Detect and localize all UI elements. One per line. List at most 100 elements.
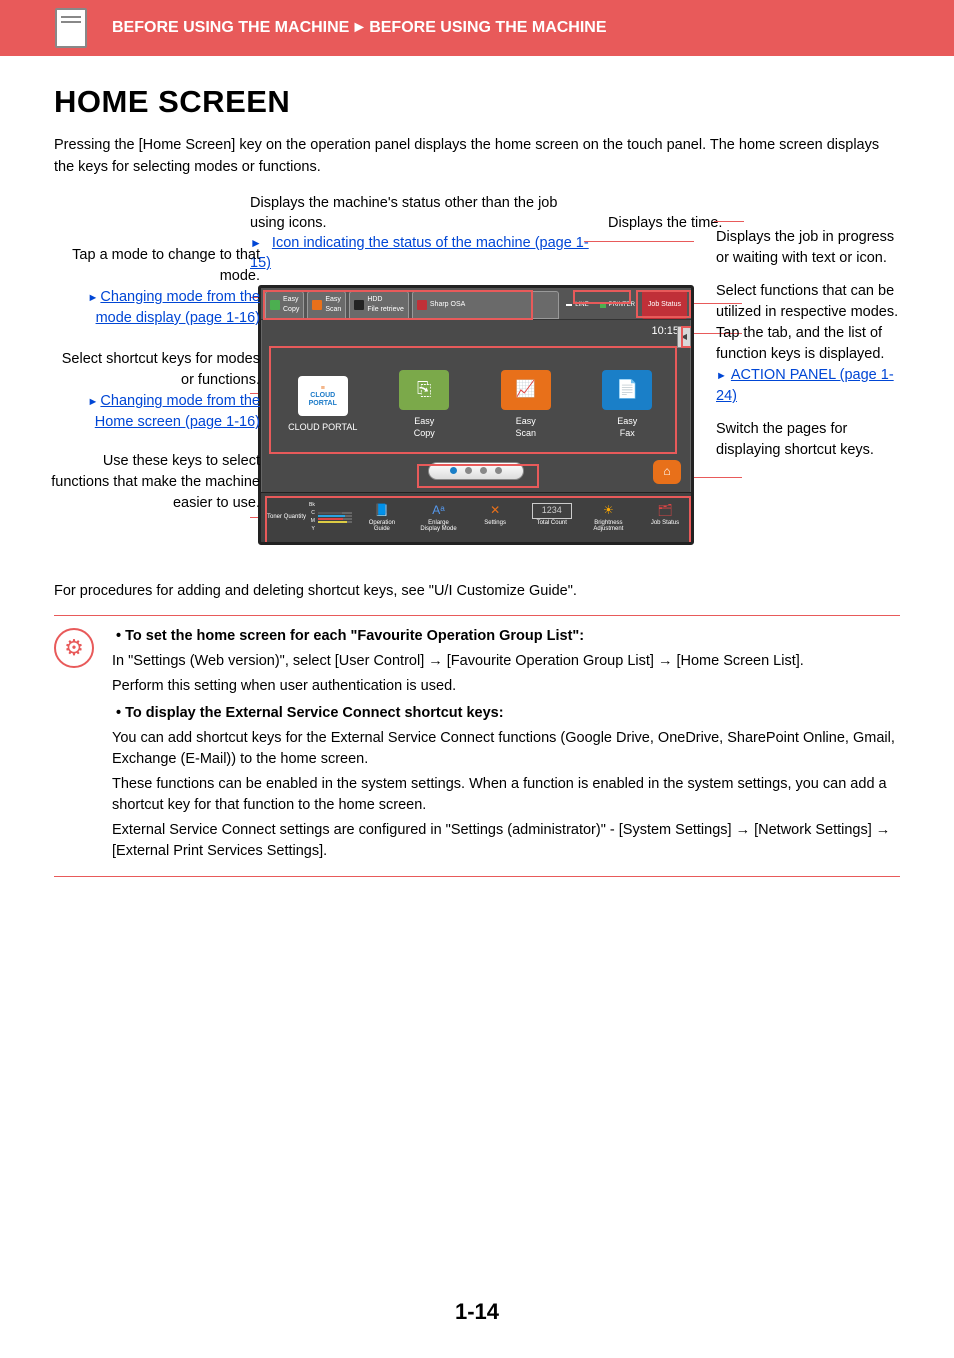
clock-display: 10:15 bbox=[651, 324, 679, 339]
fn-brightness[interactable]: ☀Brightness Adjustment bbox=[588, 503, 628, 533]
leader-line bbox=[694, 477, 742, 478]
shortcut-label: CLOUD PORTAL bbox=[282, 421, 364, 434]
cloud-portal-icon-label: CLOUD PORTAL bbox=[298, 392, 348, 407]
breadcrumb-sep: ► bbox=[351, 19, 367, 36]
note-pager: Switch the pages for displaying shortcut… bbox=[716, 419, 906, 461]
leader-line bbox=[584, 241, 694, 242]
easy-scan-icon: 📈 bbox=[501, 370, 551, 410]
shortcut-key-area: ≡CLOUD PORTAL CLOUD PORTAL ⎘ Easy Copy 📈… bbox=[273, 350, 677, 460]
shortcut-easy-fax[interactable]: 📄 Easy Fax bbox=[586, 370, 668, 440]
shortcut-label: Easy Copy bbox=[383, 415, 465, 440]
fn-job-status[interactable]: 🗂Job Status bbox=[645, 503, 685, 533]
page-indicator[interactable] bbox=[428, 462, 524, 480]
toner-bk: Bk bbox=[309, 502, 315, 509]
toner-quantity: Toner Quantity Bk C M Y bbox=[267, 502, 352, 533]
breadcrumb-part-a: BEFORE USING THE MACHINE bbox=[112, 19, 349, 36]
callout-body-2a: You can add shortcut keys for the Extern… bbox=[112, 728, 900, 770]
mode-tab-hdd-retrieve[interactable]: HDD File retrieve bbox=[349, 291, 409, 319]
fn-operation-guide[interactable]: 📘Operation Guide bbox=[362, 503, 402, 533]
note-text: Select functions that can be utilized in… bbox=[716, 283, 898, 362]
page-title: HOME SCREEN bbox=[54, 80, 900, 123]
job-status-button[interactable]: Job Status bbox=[642, 291, 687, 319]
mode-tab-sharp-osa[interactable]: Sharp OSA bbox=[412, 291, 559, 319]
pager-dot bbox=[480, 467, 487, 474]
jobstatus-icon: 🗂 bbox=[645, 503, 685, 519]
action-panel-tab[interactable]: ◀ bbox=[677, 326, 691, 348]
status-printer: PRINTER bbox=[596, 291, 639, 319]
cloud-portal-icon: ≡CLOUD PORTAL bbox=[298, 376, 348, 416]
mode-display-bar: Easy Copy Easy Scan HDD File retrieve Sh… bbox=[261, 288, 691, 320]
function-bar: Toner Quantity Bk C M Y 📘Op bbox=[261, 492, 691, 542]
shortcut-easy-scan[interactable]: 📈 Easy Scan bbox=[485, 370, 567, 440]
procedures-text: For procedures for adding and deleting s… bbox=[54, 581, 900, 601]
note-action-panel: Select functions that can be utilized in… bbox=[716, 281, 906, 407]
status-label: LINE bbox=[575, 301, 588, 309]
fn-label: Operation Guide bbox=[369, 520, 395, 532]
fn-label: Job Status bbox=[651, 520, 679, 526]
breadcrumb: BEFORE USING THE MACHINE►BEFORE USING TH… bbox=[112, 17, 607, 39]
callout-head-2: • To display the External Service Connec… bbox=[116, 705, 504, 721]
note-shortcut: Select shortcut keys for modes or functi… bbox=[50, 349, 260, 433]
mode-tab-easy-scan[interactable]: Easy Scan bbox=[307, 291, 346, 319]
scan-icon bbox=[312, 300, 322, 310]
touch-panel: Easy Copy Easy Scan HDD File retrieve Sh… bbox=[258, 285, 694, 545]
fn-label: Enlarge Display Mode bbox=[420, 520, 456, 532]
fn-settings[interactable]: ✕Settings bbox=[475, 503, 515, 533]
shortcut-easy-copy[interactable]: ⎘ Easy Copy bbox=[383, 370, 465, 440]
pager-dot bbox=[450, 467, 457, 474]
shortcut-label: Easy Scan bbox=[485, 415, 567, 440]
callout-body-1a: In "Settings (Web version)", select [Use… bbox=[112, 651, 900, 672]
note-time: Displays the time. bbox=[608, 213, 722, 233]
home-button[interactable]: ⌂ bbox=[653, 460, 681, 484]
hdd-icon bbox=[354, 300, 364, 310]
home-screen-diagram: Displays the machine's status other than… bbox=[54, 193, 900, 573]
note-job-status: Displays the job in progress or waiting … bbox=[716, 227, 906, 269]
callout-body-2c: External Service Connect settings are co… bbox=[112, 820, 900, 862]
status-label: PRINTER bbox=[609, 301, 635, 309]
mode-tab-label: HDD File retrieve bbox=[367, 295, 404, 315]
copy-icon bbox=[270, 300, 280, 310]
link-status-icons[interactable]: Icon indicating the status of the machin… bbox=[250, 235, 589, 271]
note-status-icons: Displays the machine's status other than… bbox=[250, 193, 570, 234]
mode-tab-label: Easy Copy bbox=[283, 295, 299, 315]
header-bar: BEFORE USING THE MACHINE►BEFORE USING TH… bbox=[0, 0, 954, 56]
note-fn-keys: Use these keys to select functions that … bbox=[50, 451, 260, 514]
fn-label: Total Count bbox=[537, 520, 567, 526]
guide-icon: 📘 bbox=[362, 503, 402, 519]
note-mode-tap: Tap a mode to change to that mode. Chang… bbox=[50, 245, 260, 329]
fn-total-count[interactable]: 1234Total Count bbox=[532, 503, 572, 533]
toner-m: M bbox=[309, 518, 315, 525]
easy-copy-icon: ⎘ bbox=[399, 370, 449, 410]
fn-enlarge-display[interactable]: AᵃEnlarge Display Mode bbox=[419, 503, 459, 533]
intro-text: Pressing the [Home Screen] key on the op… bbox=[54, 135, 900, 179]
shortcut-cloud-portal[interactable]: ≡CLOUD PORTAL CLOUD PORTAL bbox=[282, 376, 364, 434]
callout-head-1: • To set the home screen for each "Favou… bbox=[116, 628, 584, 644]
link-action-panel[interactable]: ACTION PANEL (page 1-24) bbox=[716, 367, 894, 404]
pager-dot bbox=[465, 467, 472, 474]
osa-icon bbox=[417, 300, 427, 310]
fn-label: Settings bbox=[484, 520, 506, 526]
gear-icon: ⚙ bbox=[54, 628, 94, 668]
callout-body-2b: These functions can be enabled in the sy… bbox=[112, 774, 900, 816]
toner-label: Toner Quantity bbox=[267, 513, 306, 521]
count-icon: 1234 bbox=[532, 503, 572, 519]
link-status-icons-wrap: ► Icon indicating the status of the mach… bbox=[250, 233, 590, 274]
mode-tab-easy-copy[interactable]: Easy Copy bbox=[265, 291, 304, 319]
fn-label: Brightness Adjustment bbox=[593, 520, 623, 532]
callout-body-1b: Perform this setting when user authentic… bbox=[112, 676, 900, 697]
printer-icon bbox=[600, 302, 606, 308]
mode-tab-label: Sharp OSA bbox=[430, 300, 465, 310]
note-text: Tap a mode to change to that mode. bbox=[50, 245, 260, 287]
line-icon bbox=[566, 304, 572, 306]
brightness-icon: ☀ bbox=[588, 503, 628, 519]
page-number: 1-14 bbox=[0, 1297, 954, 1358]
toner-y: Y bbox=[309, 526, 315, 533]
job-status-label: Job Status bbox=[648, 300, 681, 310]
link-changing-mode-display[interactable]: Changing mode from the mode display (pag… bbox=[96, 289, 260, 326]
note-text: Select shortcut keys for modes or functi… bbox=[50, 349, 260, 391]
link-changing-mode-home[interactable]: Changing mode from the Home screen (page… bbox=[95, 393, 260, 430]
settings-icon: ✕ bbox=[475, 503, 515, 519]
breadcrumb-part-b: BEFORE USING THE MACHINE bbox=[369, 19, 606, 36]
machine-icon bbox=[55, 8, 87, 48]
shortcut-label: Easy Fax bbox=[586, 415, 668, 440]
